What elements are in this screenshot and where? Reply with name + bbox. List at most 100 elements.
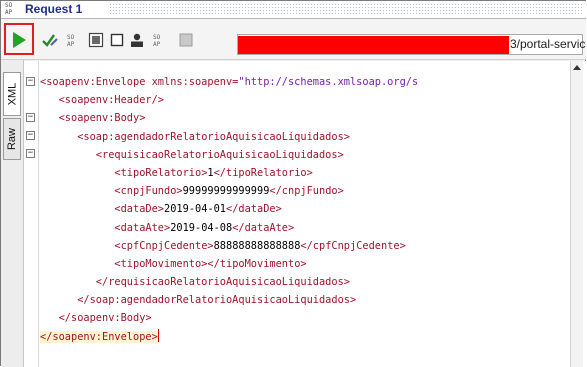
xml-close-tag: </tipoMovimento> (207, 257, 307, 270)
xml-indent (40, 258, 114, 270)
soap-badge-icon: SO AP (153, 34, 161, 48)
editor-view-tabs: XML Raw (1, 60, 24, 367)
user-icon (131, 33, 143, 47)
xml-indent (40, 185, 114, 197)
xml-text-value: 2019-04-01 (164, 203, 227, 216)
fold-body-icon[interactable]: − (26, 113, 35, 122)
xml-open-tag: <dataAte> (114, 221, 171, 234)
xml-indent (40, 294, 77, 306)
xml-open-tag: <tipoMovimento> (114, 257, 208, 270)
xml-line: <tipoMovimento></tipoMovimento> (40, 255, 418, 273)
maximize-editor-button[interactable] (87, 31, 105, 49)
endpoint-combobox[interactable]: 3/portal-servic (237, 34, 586, 55)
xml-line: <dataAte>2019-04-08</dataAte> (40, 219, 418, 237)
xml-line: <soapenv:Envelope xmlns:soapenv="http://… (40, 73, 418, 91)
validate-button[interactable] (41, 31, 59, 49)
window-title: Request 1 (25, 2, 83, 16)
soap-format-icon: SO AP (67, 34, 75, 48)
xml-close-tag: </cpfCnpjCedente> (300, 239, 406, 252)
xml-open-tag: <requisicaoRelatorioAquisicaoLiquidados> (95, 148, 344, 161)
xml-indent (40, 240, 114, 252)
request-toolbar: SO AP SO AP 3/portal-servic (1, 19, 586, 60)
xml-open-tag: <cpfCnpjCedente> (114, 239, 214, 252)
tab-raw-label: Raw (6, 127, 19, 151)
xml-open-tag: <soapenv:Envelope (40, 76, 146, 88)
grey-box-icon (179, 33, 193, 47)
svg-text:AP: AP (153, 41, 161, 48)
xml-indent (40, 312, 59, 324)
fold-operation-icon[interactable]: − (26, 131, 35, 140)
xml-line: <dataDe>2019-04-01</dataDe> (40, 200, 418, 218)
xml-close-tag: </dataDe> (226, 203, 282, 216)
xml-open-tag: </soap:agendadorRelatorioAquisicaoLiquid… (77, 294, 357, 307)
text-cursor (157, 328, 159, 342)
xml-line: <soap:agendadorRelatorioAquisicaoLiquida… (40, 128, 418, 146)
xml-open-tag: <soapenv:Header/> (58, 94, 164, 107)
xml-line: <cpfCnpjCedente>88888888888888</cpfCnpjC… (40, 237, 418, 255)
xml-text-value: 99999999999999 (182, 185, 270, 198)
auth-button[interactable] (128, 31, 146, 49)
editor-vertical-scrollbar[interactable] (570, 61, 583, 367)
xml-open-tag: </soapenv:Envelope> (40, 330, 158, 343)
xml-open-tag: <dataDe> (114, 203, 165, 216)
xml-open-tag: <soap:agendadorRelatorioAquisicaoLiquida… (77, 130, 350, 143)
xml-indent (40, 94, 59, 106)
xml-indent (40, 149, 96, 161)
play-icon (13, 32, 26, 48)
redacted-endpoint-block (238, 36, 509, 54)
xml-close-tag: </tipoRelatorio> (213, 166, 313, 179)
xml-attribute: xmlns:soapenv= (145, 76, 239, 88)
svg-text:SO: SO (153, 34, 161, 41)
xml-indent (40, 203, 114, 215)
xml-line: <soapenv:Header/> (40, 91, 418, 109)
xml-line: <cnpjFundo>99999999999999</cnpjFundo> (40, 182, 418, 200)
xml-open-tag: <cnpjFundo> (114, 185, 183, 198)
xml-open-tag: </soapenv:Body> (58, 312, 152, 325)
xml-line: <soapenv:Body> (40, 109, 418, 127)
soap-icon-text-bottom: AP (5, 9, 13, 16)
xml-open-tag: </requisicaoRelatorioAquisicaoLiquidados… (95, 276, 350, 289)
xml-indent (40, 276, 96, 288)
xml-indent (40, 167, 114, 179)
split-view-button[interactable] (108, 31, 126, 49)
xml-line: </soapenv:Body> (40, 309, 418, 327)
fold-envelope-icon[interactable]: − (26, 77, 35, 86)
xml-line: </requisicaoRelatorioAquisicaoLiquidados… (40, 273, 418, 291)
xml-line: <tipoRelatorio>1</tipoRelatorio> (40, 164, 418, 182)
format-xml-button[interactable]: SO AP (65, 31, 83, 49)
xml-indent (40, 222, 114, 234)
soapui-request-window: SO AP Request 1 SO AP SO AP 3/portal-ser… (0, 0, 587, 367)
xml-line: </soap:agendadorRelatorioAquisicaoLiquid… (40, 291, 418, 309)
fold-gutter: − − − − (24, 61, 39, 367)
xml-line: <requisicaoRelatorioAquisicaoLiquidados> (40, 146, 418, 164)
xml-open-tag: <soapenv:Body> (58, 112, 146, 125)
checkmark-icon (42, 34, 58, 47)
xml-text-value: 88888888888888 (213, 239, 301, 252)
tab-raw[interactable]: Raw (3, 118, 21, 160)
tab-xml-label: XML (6, 82, 18, 106)
window-icon (88, 32, 104, 48)
scroll-up-arrow-icon[interactable] (573, 65, 581, 70)
xml-open-tag: <tipoRelatorio> (114, 166, 208, 179)
wsa-button[interactable]: SO AP (151, 31, 169, 49)
endpoint-url-text: 3/portal-servic (510, 37, 586, 51)
xml-close-tag: </cnpjFundo> (269, 185, 344, 198)
title-bar: SO AP Request 1 (1, 1, 586, 19)
tab-xml[interactable]: XML (3, 72, 21, 116)
xml-line: </soapenv:Envelope> (40, 328, 418, 346)
svg-text:AP: AP (67, 41, 75, 48)
xml-text-value: 2019-04-08 (170, 221, 233, 234)
fold-requisicao-icon[interactable]: − (26, 149, 35, 158)
options-button[interactable] (177, 31, 195, 49)
submit-request-button[interactable] (10, 31, 28, 49)
square-icon (110, 33, 124, 47)
xml-editor[interactable]: − − − − <soapenv:Envelope xmlns:soapenv=… (24, 61, 587, 367)
soap-request-icon: SO AP (5, 2, 19, 16)
soap-icon-text-top: SO (5, 2, 13, 9)
svg-text:SO: SO (67, 34, 75, 41)
xml-indent (40, 131, 77, 143)
xml-attribute-value: "http://schemas.xmlsoap.org/s (238, 76, 419, 88)
xml-indent (40, 112, 59, 124)
title-bar-pattern (109, 3, 584, 16)
xml-close-tag: </dataAte> (232, 221, 295, 234)
